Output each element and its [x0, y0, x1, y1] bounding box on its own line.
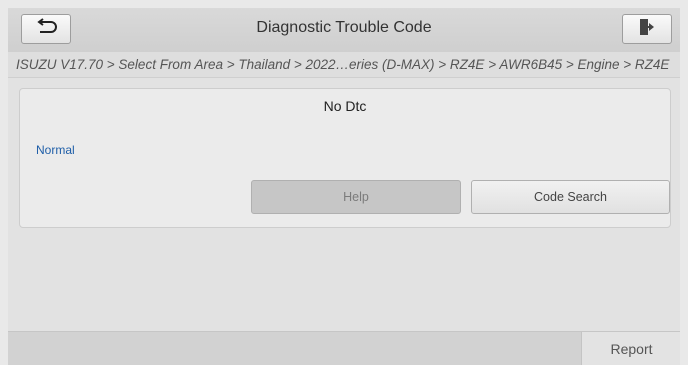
code-search-button[interactable]: Code Search: [471, 180, 670, 214]
page-title: Diagnostic Trouble Code: [256, 19, 432, 36]
title-bar: Diagnostic Trouble Code: [8, 8, 680, 53]
dtc-status-text: No Dtc: [323, 98, 367, 114]
breadcrumb: ISUZU V17.70 > Select From Area > Thaila…: [8, 52, 680, 78]
exit-button[interactable]: [622, 14, 672, 44]
help-button[interactable]: Help: [251, 180, 461, 214]
bottom-bar: Report: [8, 331, 680, 365]
exit-door-icon: [637, 17, 657, 42]
report-button[interactable]: Report: [581, 332, 680, 365]
app-screen: Diagnostic Trouble Code ISUZU V17.70 > S…: [8, 8, 680, 365]
system-status-text: Normal: [36, 143, 75, 157]
dtc-panel: No Dtc Normal Help Code Search: [19, 88, 671, 228]
